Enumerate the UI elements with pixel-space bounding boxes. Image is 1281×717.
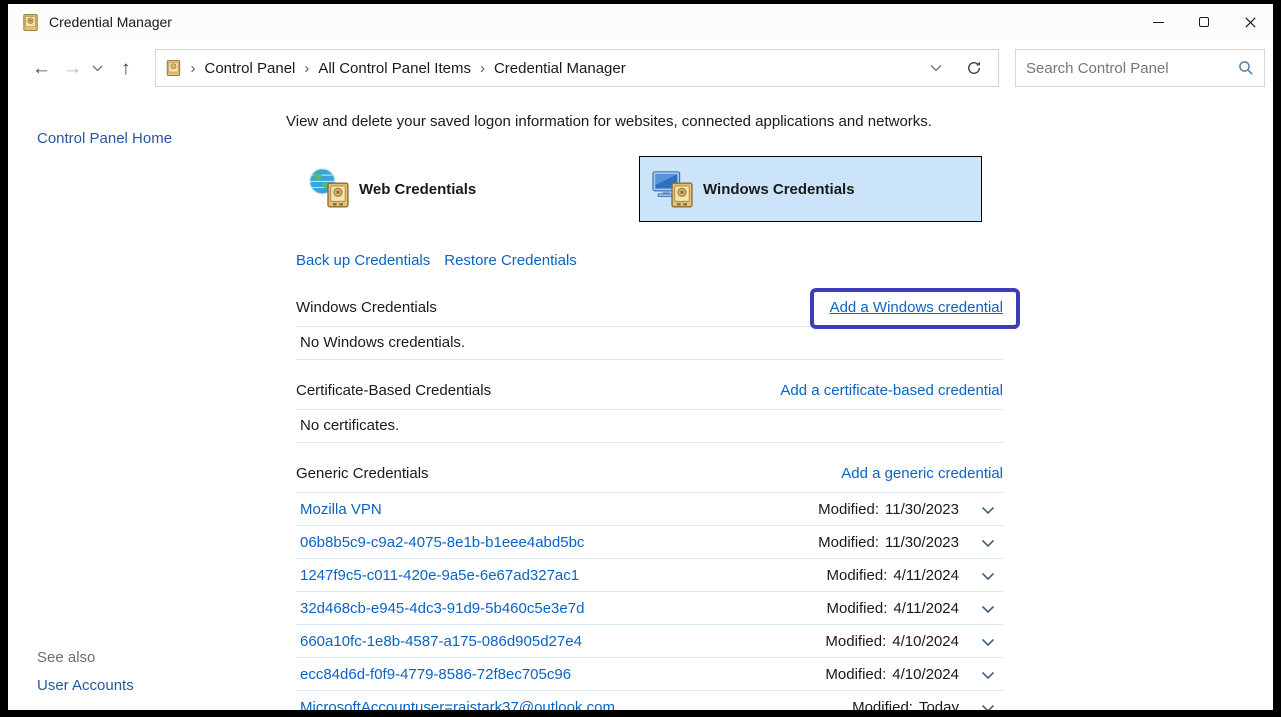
windows-credentials-icon: [652, 167, 694, 211]
tab-windows-credentials[interactable]: Windows Credentials: [639, 156, 982, 222]
sidebar-item-user-accounts[interactable]: User Accounts: [37, 677, 134, 694]
credential-name-link[interactable]: 06b8b5c9-c9a2-4075-8e1b-b1eee4abd5bc: [300, 534, 584, 551]
minimize-icon: [1153, 22, 1164, 23]
chevron-down-icon[interactable]: [975, 568, 1001, 583]
sidebar: Control Panel Home See also User Account…: [8, 96, 278, 710]
credential-row: 1247f9c5-c011-420e-9a5e-6e67ad327ac1 Mod…: [296, 559, 1003, 592]
empty-certificates-text: No certificates.: [296, 410, 1003, 443]
navigation-bar: ← → ↑ › Control Panel › All Control Pane…: [8, 40, 1273, 96]
window-content: Control Panel Home See also User Account…: [8, 96, 1273, 710]
forward-button[interactable]: →: [57, 55, 88, 82]
titlebar: Credential Manager: [8, 4, 1273, 40]
add-windows-credential-wrap: Add a Windows credential: [830, 299, 1003, 316]
modified-info: Modified:4/11/2024: [827, 567, 960, 584]
modified-date: Today: [919, 699, 959, 711]
credential-manager-window: Credential Manager ← → ↑: [8, 4, 1273, 710]
app-vault-icon: [22, 14, 39, 31]
credential-name-link[interactable]: Mozilla VPN: [300, 501, 382, 518]
section-header: Windows Credentials Add a Windows creden…: [296, 299, 1003, 327]
maximize-icon: [1199, 17, 1209, 27]
refresh-icon[interactable]: [956, 56, 990, 80]
credential-name-link[interactable]: 660a10fc-1e8b-4587-a175-086d905d27e4: [300, 633, 582, 650]
up-button[interactable]: ↑: [115, 55, 137, 82]
credential-name-link[interactable]: 32d468cb-e945-4dc3-91d9-5b460c5e3e7d: [300, 600, 584, 617]
certificate-credentials-section: Certificate-Based Credentials Add a cert…: [296, 382, 1003, 443]
breadcrumb: › Control Panel › All Control Panel Item…: [155, 49, 1000, 87]
windows-credentials-section: Windows Credentials Add a Windows creden…: [296, 299, 1003, 360]
breadcrumb-app-icon: [166, 60, 182, 76]
credential-actions: Back up Credentials Restore Credentials: [296, 252, 1273, 269]
modified-date: 4/10/2024: [892, 633, 959, 650]
close-button[interactable]: [1227, 4, 1273, 40]
chevron-down-icon[interactable]: [975, 634, 1001, 649]
add-generic-credential-link[interactable]: Add a generic credential: [841, 465, 1003, 482]
recent-pages-chevron-icon[interactable]: [90, 61, 105, 76]
breadcrumb-item-credential-manager[interactable]: Credential Manager: [494, 60, 626, 77]
generic-credentials-section: Generic Credentials Add a generic creden…: [296, 465, 1003, 710]
section-header: Generic Credentials Add a generic creden…: [296, 465, 1003, 493]
restore-credentials-link[interactable]: Restore Credentials: [444, 252, 577, 269]
modified-info: Modified:4/11/2024: [827, 600, 960, 617]
modified-date: 4/11/2024: [893, 567, 959, 584]
empty-windows-credentials-text: No Windows credentials.: [296, 327, 1003, 360]
modified-date: 4/10/2024: [892, 666, 959, 683]
modified-info: Modified:Today: [852, 699, 959, 711]
add-windows-credential-link[interactable]: Add a Windows credential: [830, 299, 1003, 316]
section-title: Certificate-Based Credentials: [296, 382, 491, 399]
see-also-group: See also User Accounts: [37, 649, 134, 694]
address-dropdown-chevron-icon[interactable]: [916, 60, 956, 76]
section-title: Generic Credentials: [296, 465, 429, 482]
page-description: View and delete your saved logon informa…: [286, 112, 1273, 132]
chevron-down-icon[interactable]: [975, 700, 1001, 711]
section-header: Certificate-Based Credentials Add a cert…: [296, 382, 1003, 410]
breadcrumb-separator-icon[interactable]: ›: [471, 60, 494, 77]
close-icon: [1245, 17, 1256, 28]
window-title: Credential Manager: [49, 14, 172, 30]
credential-name-link[interactable]: MicrosoftAccountuser=raistark37@outlook.…: [300, 699, 615, 711]
credential-row: 06b8b5c9-c9a2-4075-8e1b-b1eee4abd5bc Mod…: [296, 526, 1003, 559]
tab-web-credentials-label: Web Credentials: [359, 181, 476, 198]
search-box: [1015, 49, 1265, 87]
web-credentials-icon: [308, 167, 350, 211]
add-certificate-credential-link[interactable]: Add a certificate-based credential: [780, 382, 1003, 399]
chevron-down-icon[interactable]: [975, 535, 1001, 550]
modified-info: Modified:4/10/2024: [825, 633, 959, 650]
maximize-button[interactable]: [1181, 4, 1227, 40]
credential-name-link[interactable]: 1247f9c5-c011-420e-9a5e-6e67ad327ac1: [300, 567, 579, 584]
search-icon[interactable]: [1238, 60, 1254, 76]
back-button[interactable]: ←: [26, 55, 57, 82]
breadcrumb-separator-icon[interactable]: ›: [295, 60, 318, 77]
minimize-button[interactable]: [1135, 4, 1181, 40]
credential-type-tabs: Web Credentials: [296, 156, 1273, 222]
chevron-down-icon[interactable]: [975, 601, 1001, 616]
chevron-down-icon[interactable]: [975, 502, 1001, 517]
search-input[interactable]: [1026, 60, 1238, 77]
backup-credentials-link[interactable]: Back up Credentials: [296, 252, 430, 269]
credential-row: 660a10fc-1e8b-4587-a175-086d905d27e4 Mod…: [296, 625, 1003, 658]
modified-info: Modified:4/10/2024: [825, 666, 959, 683]
main-panel: View and delete your saved logon informa…: [278, 96, 1273, 710]
credential-name-link[interactable]: ecc84d6d-f0f9-4779-8586-72f8ec705c96: [300, 666, 571, 683]
see-also-label: See also: [37, 649, 134, 666]
modified-date: 11/30/2023: [885, 534, 959, 551]
credential-row: 32d468cb-e945-4dc3-91d9-5b460c5e3e7d Mod…: [296, 592, 1003, 625]
breadcrumb-item-control-panel[interactable]: Control Panel: [205, 60, 296, 77]
credential-row: ecc84d6d-f0f9-4779-8586-72f8ec705c96 Mod…: [296, 658, 1003, 691]
chevron-down-icon[interactable]: [975, 667, 1001, 682]
breadcrumb-item-all-control-panel-items[interactable]: All Control Panel Items: [318, 60, 471, 77]
credential-row: MicrosoftAccountuser=raistark37@outlook.…: [296, 691, 1003, 710]
window-controls: [1135, 4, 1273, 40]
modified-date: 4/11/2024: [893, 600, 959, 617]
tab-windows-credentials-label: Windows Credentials: [703, 181, 855, 198]
modified-info: Modified:11/30/2023: [818, 534, 959, 551]
section-title: Windows Credentials: [296, 299, 437, 316]
modified-info: Modified:11/30/2023: [818, 501, 959, 518]
credential-row: Mozilla VPN Modified:11/30/2023: [296, 493, 1003, 526]
sidebar-item-control-panel-home[interactable]: Control Panel Home: [37, 130, 172, 147]
breadcrumb-separator-icon[interactable]: ›: [182, 60, 205, 77]
tab-web-credentials[interactable]: Web Credentials: [296, 156, 639, 222]
modified-date: 11/30/2023: [885, 501, 959, 518]
